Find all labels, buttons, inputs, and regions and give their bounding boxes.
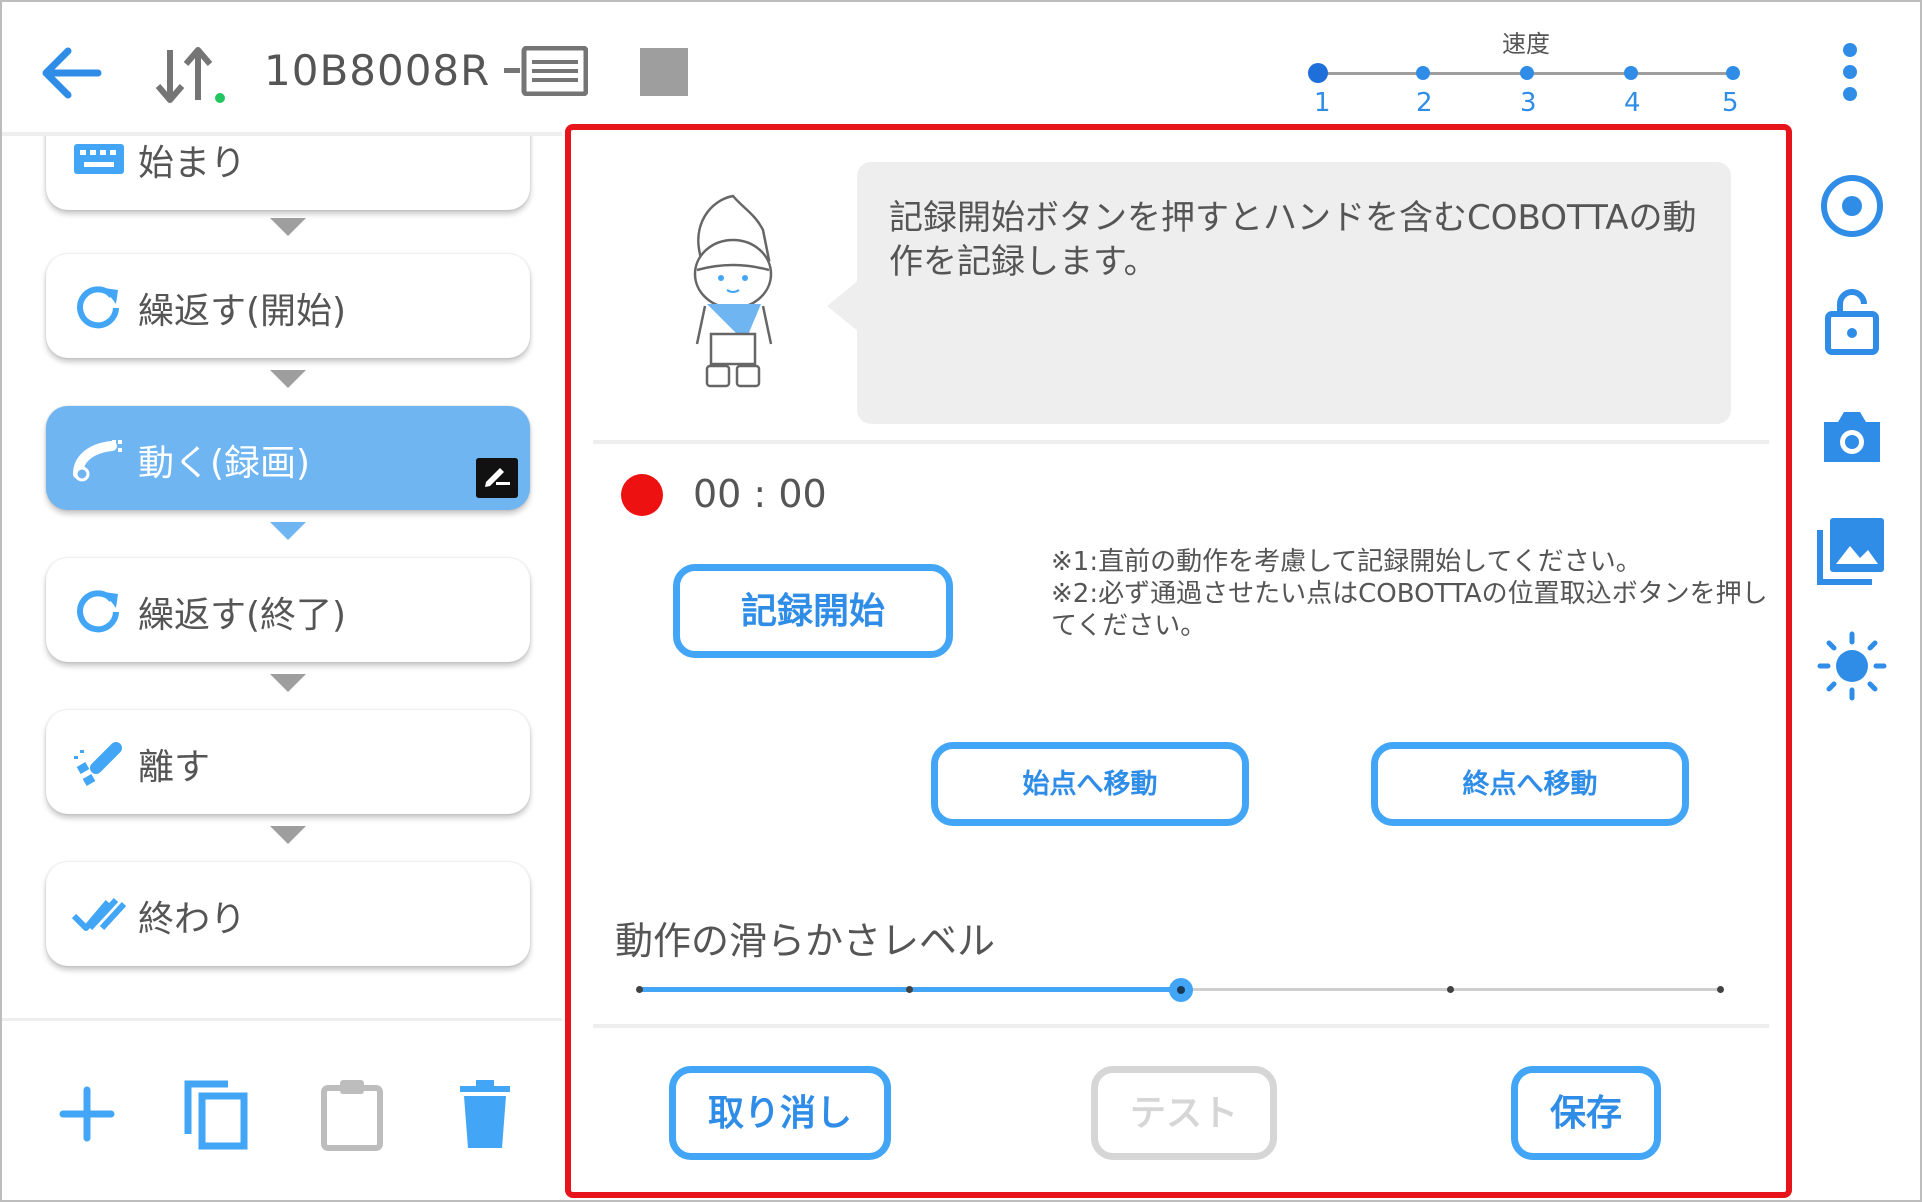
- speech-bubble-tail: [827, 280, 859, 332]
- speed-number: 1: [1314, 88, 1331, 118]
- speed-dot-2[interactable]: [1416, 66, 1430, 80]
- flow-item-label: 離す: [138, 747, 211, 788]
- smoothness-tick[interactable]: [636, 986, 643, 993]
- camera-icon[interactable]: [1816, 400, 1888, 472]
- flow-arrow: [270, 674, 306, 692]
- record-notes: ※1:直前の動作を考慮して記録開始してください。 ※2:必ず通過させたい点はCO…: [1051, 546, 1771, 642]
- brightness-icon[interactable]: [1816, 630, 1888, 702]
- gallery-icon[interactable]: [1816, 514, 1888, 586]
- flow-item-start[interactable]: 始まり: [46, 136, 530, 210]
- flow-arrow: [270, 826, 306, 844]
- flow-item-label: 終わり: [138, 899, 247, 940]
- back-arrow-icon[interactable]: [38, 40, 104, 106]
- speed-dot-4[interactable]: [1624, 66, 1638, 80]
- speed-dot-5[interactable]: [1726, 66, 1740, 80]
- keyboard-icon: [74, 144, 124, 174]
- stop-button[interactable]: [640, 48, 688, 96]
- start-record-button[interactable]: 記録開始: [673, 564, 953, 658]
- flow-arrow: [270, 370, 306, 388]
- flow-item-repeat-end[interactable]: 繰返す(終了): [46, 558, 530, 662]
- speed-number: 3: [1520, 88, 1537, 118]
- target-icon[interactable]: [1816, 170, 1888, 242]
- list-view-icon[interactable]: [504, 46, 588, 96]
- robot-arm-move-icon: [73, 440, 122, 482]
- record-note-1: ※1:直前の動作を考慮して記録開始してください。: [1051, 547, 1642, 577]
- left-pane-divider: [2, 1018, 562, 1021]
- double-check-icon: [72, 897, 126, 931]
- add-icon[interactable]: [52, 1076, 122, 1152]
- sort-icon[interactable]: [150, 42, 230, 108]
- record-note-2: ※2:必ず通過させたい点はCOBOTTAの位置取込ボタンを押してください。: [1051, 579, 1768, 641]
- repeat-icon: [77, 590, 119, 633]
- copy-icon[interactable]: [180, 1076, 250, 1152]
- flow-item-move-record[interactable]: 動く(録画): [46, 406, 530, 510]
- mascot-illustration: [693, 194, 773, 388]
- flow-item-label: 始まり: [138, 143, 247, 184]
- move-to-start-button[interactable]: 始点へ移動: [931, 742, 1249, 826]
- flow-item-label: 繰返す(終了): [138, 595, 347, 636]
- speed-number: 2: [1416, 88, 1433, 118]
- gripper-release-icon: [74, 742, 122, 786]
- record-motion-panel: 記録開始ボタンを押すとハンドを含むCOBOTTAの動作を記録します。 00 : …: [565, 124, 1792, 1198]
- edit-note-icon[interactable]: [476, 458, 518, 498]
- speed-number: 4: [1624, 88, 1641, 118]
- speech-bubble: 記録開始ボタンを押すとハンドを含むCOBOTTAの動作を記録します。: [857, 162, 1731, 424]
- guide-message: 記録開始ボタンを押すとハンドを含むCOBOTTAの動作を記録します。: [889, 198, 1697, 282]
- flow-item-end[interactable]: 終わり: [46, 862, 530, 966]
- speed-dot-3[interactable]: [1520, 66, 1534, 80]
- record-timer: 00 : 00: [693, 472, 827, 516]
- unlock-icon[interactable]: [1816, 284, 1888, 356]
- delete-icon[interactable]: [452, 1076, 522, 1152]
- flow-list: 始まり 繰返す(開始) 動く(録画) 繰返す(終了) 離す 終わり: [2, 136, 562, 1016]
- smoothness-tick[interactable]: [1447, 986, 1454, 993]
- record-indicator: [621, 474, 663, 516]
- flow-arrow: [270, 522, 306, 540]
- flow-item-label: 動く(録画): [138, 443, 311, 484]
- device-id: 10B8008R: [264, 46, 491, 95]
- speed-dot-1[interactable]: [1308, 63, 1328, 83]
- more-options-icon[interactable]: [1842, 42, 1858, 102]
- smoothness-label: 動作の滑らかさレベル: [615, 919, 996, 963]
- repeat-icon: [77, 286, 119, 329]
- speed-label: 速度: [1502, 30, 1550, 58]
- panel-divider: [593, 1024, 1769, 1028]
- smoothness-tick[interactable]: [906, 986, 913, 993]
- paste-icon[interactable]: [318, 1076, 388, 1152]
- flow-item-repeat-start[interactable]: 繰返す(開始): [46, 254, 530, 358]
- save-button[interactable]: 保存: [1511, 1066, 1661, 1160]
- flow-item-label: 繰返す(開始): [138, 291, 347, 332]
- test-button: テスト: [1091, 1066, 1277, 1160]
- speed-number: 5: [1722, 88, 1739, 118]
- smoothness-slider-thumb[interactable]: [1169, 978, 1193, 1002]
- flow-item-release[interactable]: 離す: [46, 710, 530, 814]
- flow-arrow: [270, 218, 306, 236]
- cancel-button[interactable]: 取り消し: [669, 1066, 891, 1160]
- smoothness-tick[interactable]: [1717, 986, 1724, 993]
- move-to-end-button[interactable]: 終点へ移動: [1371, 742, 1689, 826]
- panel-divider: [593, 440, 1769, 444]
- top-bar: 10B8008R 速度 1 2 3 4 5: [2, 2, 1920, 132]
